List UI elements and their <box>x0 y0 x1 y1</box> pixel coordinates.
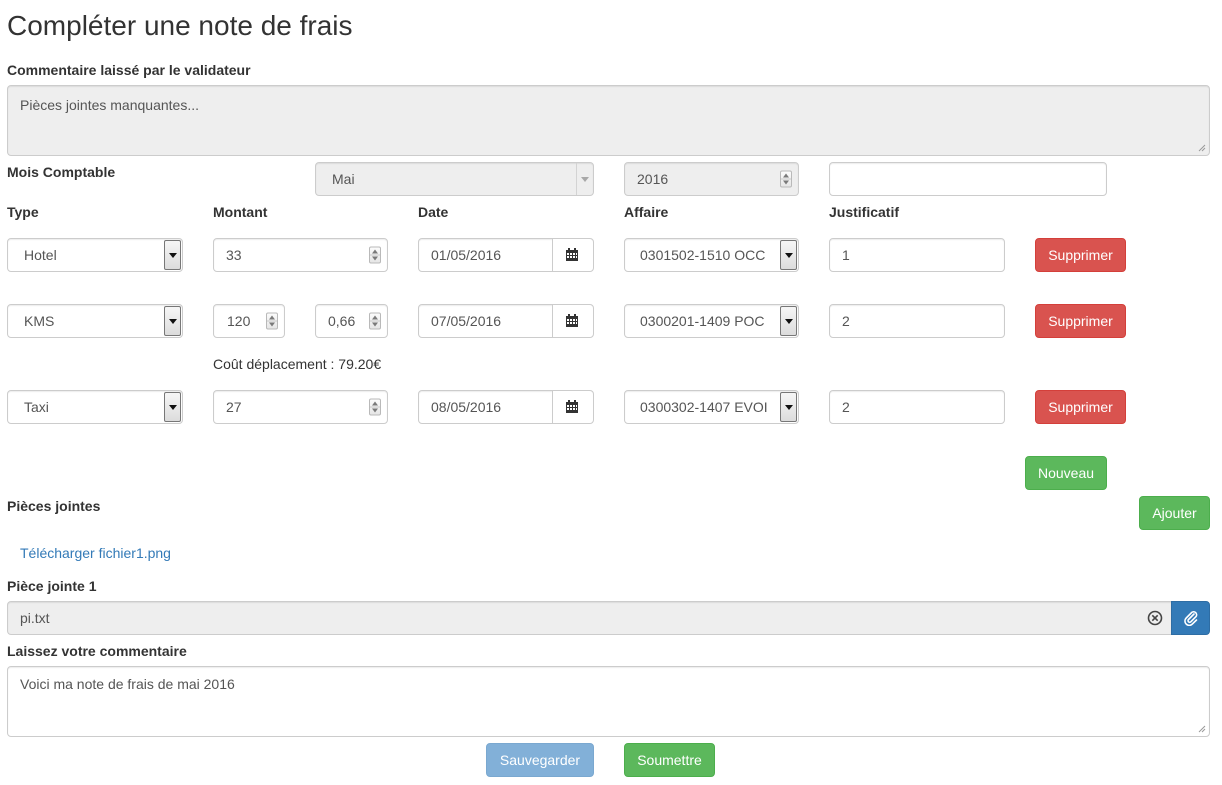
month-select: Mai <box>315 162 594 196</box>
project-value: 0301502-1510 OCC <box>640 247 766 263</box>
receipt-value: 1 <box>842 247 850 263</box>
date-value: 08/05/2016 <box>431 399 502 415</box>
receipt-value: 2 <box>842 313 850 329</box>
calendar-icon <box>566 400 578 413</box>
expense-type-value: Taxi <box>24 399 49 415</box>
project-value: 0300302-1407 EVOI <box>640 399 768 415</box>
project-value: 0300201-1409 POC <box>640 313 765 329</box>
spinner-icon[interactable] <box>266 312 278 330</box>
receipt-input[interactable]: 2 <box>829 304 1005 338</box>
spinner-icon <box>780 170 792 188</box>
add-attachment-button[interactable]: Ajouter <box>1139 496 1210 530</box>
new-expense-button[interactable]: Nouveau <box>1025 456 1107 490</box>
km-input[interactable]: 120 <box>213 304 285 338</box>
attachment1-value: pi.txt <box>20 610 50 626</box>
attachments-label: Pièces jointes <box>7 498 101 514</box>
year-input: 2016 <box>624 162 799 196</box>
save-button[interactable]: Sauvegarder <box>486 743 594 777</box>
validator-comment-textarea: Pièces jointes manquantes... <box>7 85 1210 156</box>
clear-icon[interactable] <box>1147 610 1163 626</box>
project-select[interactable]: 0300302-1407 EVOI <box>624 390 799 424</box>
km-value: 120 <box>227 313 251 329</box>
date-value: 07/05/2016 <box>431 313 502 329</box>
calendar-button[interactable] <box>552 239 593 271</box>
calendar-icon <box>566 314 578 327</box>
dropdown-arrow-icon[interactable] <box>780 392 797 422</box>
amount-input[interactable]: 33 <box>213 238 388 272</box>
header-amount: Montant <box>213 204 268 220</box>
receipt-input[interactable]: 2 <box>829 390 1005 424</box>
accounting-extra-input[interactable] <box>829 162 1107 196</box>
spinner-icon[interactable] <box>369 246 381 264</box>
dropdown-arrow-icon[interactable] <box>164 240 181 270</box>
paperclip-icon <box>1183 611 1197 626</box>
attachment1-label: Pièce jointe 1 <box>7 578 97 594</box>
page-title: Compléter une note de frais <box>7 10 353 41</box>
amount-value: 27 <box>226 399 242 415</box>
browse-attachment-button[interactable] <box>1171 601 1210 635</box>
download-attachment-link[interactable]: Télécharger fichier1.png <box>20 545 171 561</box>
receipt-value: 2 <box>842 399 850 415</box>
date-input[interactable]: 08/05/2016 <box>418 390 594 424</box>
amount-value: 33 <box>226 247 242 263</box>
delete-button[interactable]: Supprimer <box>1035 304 1126 338</box>
rate-value: 0,66 <box>328 313 356 329</box>
user-comment-text: Voici ma note de frais de mai 2016 <box>20 676 235 692</box>
month-value: Mai <box>332 171 355 187</box>
validator-comment-text: Pièces jointes manquantes... <box>20 97 199 113</box>
resize-grip-icon <box>1198 144 1206 152</box>
rate-input[interactable]: 0,66 <box>315 304 388 338</box>
dropdown-arrow-icon[interactable] <box>780 306 797 336</box>
expense-type-select[interactable]: Hotel <box>7 238 183 272</box>
header-project: Affaire <box>624 204 669 220</box>
delete-button[interactable]: Supprimer <box>1035 238 1126 272</box>
header-type: Type <box>7 204 39 220</box>
travel-cost-text: Coût déplacement : 79.20€ <box>213 356 382 372</box>
dropdown-arrow-icon[interactable] <box>164 306 181 336</box>
expense-type-value: KMS <box>24 313 55 329</box>
resize-grip-icon[interactable] <box>1198 725 1206 733</box>
validator-comment-label: Commentaire laissé par le validateur <box>7 62 251 78</box>
dropdown-arrow-icon[interactable] <box>164 392 181 422</box>
calendar-button[interactable] <box>552 391 593 423</box>
receipt-input[interactable]: 1 <box>829 238 1005 272</box>
dropdown-arrow-icon[interactable] <box>780 240 797 270</box>
header-date: Date <box>418 204 449 220</box>
calendar-icon <box>566 248 578 261</box>
spinner-icon[interactable] <box>369 312 381 330</box>
amount-input[interactable]: 27 <box>213 390 388 424</box>
accounting-month-label: Mois Comptable <box>7 164 116 180</box>
attachment1-file-input: pi.txt <box>7 601 1172 635</box>
date-input[interactable]: 07/05/2016 <box>418 304 594 338</box>
expense-type-select[interactable]: KMS <box>7 304 183 338</box>
delete-button[interactable]: Supprimer <box>1035 390 1126 424</box>
year-value: 2016 <box>637 171 669 187</box>
header-receipt: Justificatif <box>829 204 900 220</box>
date-value: 01/05/2016 <box>431 247 502 263</box>
expense-type-value: Hotel <box>24 247 57 263</box>
calendar-button[interactable] <box>552 305 593 337</box>
user-comment-textarea[interactable]: Voici ma note de frais de mai 2016 <box>7 666 1210 737</box>
project-select[interactable]: 0300201-1409 POC <box>624 304 799 338</box>
submit-button[interactable]: Soumettre <box>624 743 715 777</box>
user-comment-label: Laissez votre commentaire <box>7 643 187 659</box>
project-select[interactable]: 0301502-1510 OCC <box>624 238 799 272</box>
date-input[interactable]: 01/05/2016 <box>418 238 594 272</box>
dropdown-arrow-icon <box>576 163 593 195</box>
spinner-icon[interactable] <box>369 398 381 416</box>
expense-type-select[interactable]: Taxi <box>7 390 183 424</box>
